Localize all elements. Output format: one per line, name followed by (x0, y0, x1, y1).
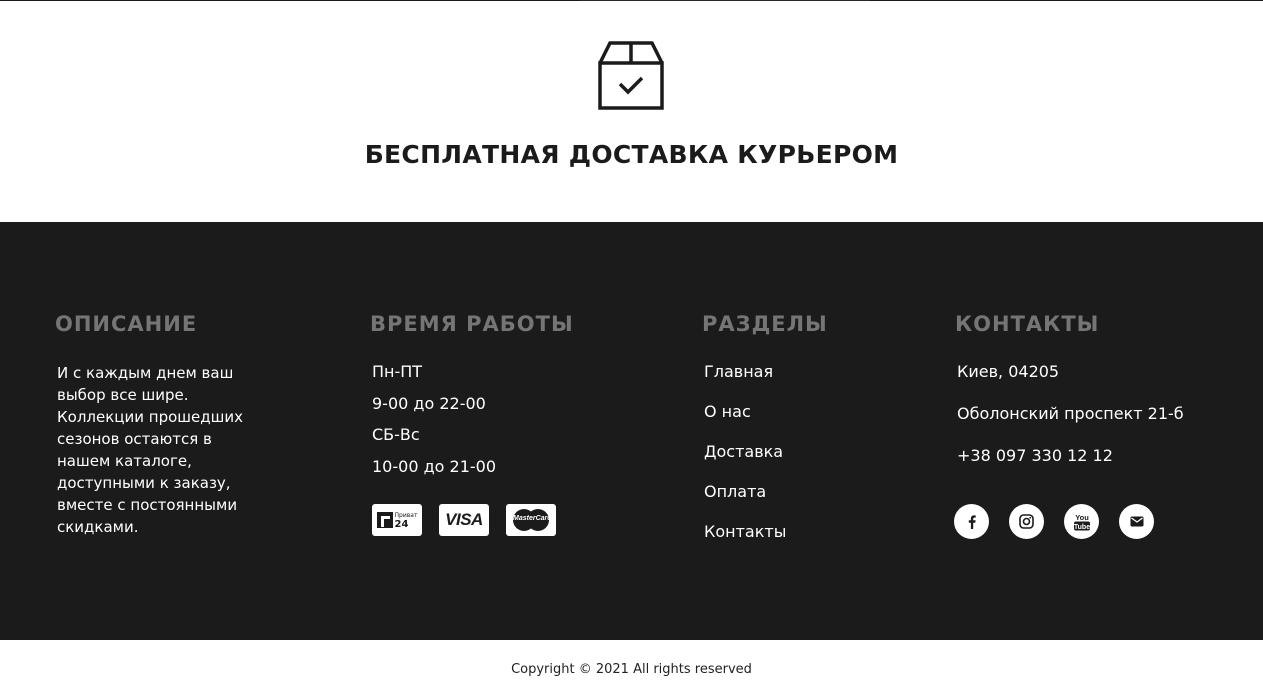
footer-sections-column: РАЗДЕЛЫ Главная О нас Доставка Оплата Ко… (702, 312, 828, 541)
footer: ОПИСАНИЕ И с каждым днем ваш выбор все ш… (0, 222, 1263, 640)
footer-hours-column: ВРЕМЯ РАБОТЫ Пн-ПТ 9-00 до 22-00 СБ-Вс 1… (370, 312, 574, 536)
description-heading: ОПИСАНИЕ (55, 312, 198, 336)
hours-list: Пн-ПТ 9-00 до 22-00 СБ-Вс 10-00 до 21-00 (372, 362, 496, 489)
copyright-text: Copyright © 2021 All rights reserved (511, 662, 752, 677)
youtube-icon[interactable]: You Tube (1064, 504, 1099, 539)
contact-phone[interactable]: +38 097 330 12 12 (957, 446, 1184, 488)
payment-methods: Приват 24 VISA MasterCard (372, 504, 556, 536)
copyright-bar: Copyright © 2021 All rights reserved (0, 640, 1263, 700)
facebook-icon[interactable] (954, 504, 989, 539)
contact-city: Киев, 04205 (957, 362, 1060, 381)
privat24-mark-icon (376, 512, 393, 528)
package-check-icon (598, 41, 666, 111)
social-links: You Tube (954, 504, 1154, 539)
hours-line: СБ-Вс (372, 425, 420, 445)
footer-contacts-column: КОНТАКТЫ Киев, 04205 Оболонский проспект… (954, 312, 1184, 539)
mastercard-label: MasterCard (513, 515, 552, 522)
contacts-list: Киев, 04205 Оболонский проспект 21-б +38… (957, 362, 1184, 488)
instagram-icon[interactable] (1009, 504, 1044, 539)
hours-line: Пн-ПТ (372, 362, 423, 381)
mastercard-logo: MasterCard (506, 504, 556, 536)
nav-link-home[interactable]: Главная (704, 362, 773, 381)
hours-heading: ВРЕМЯ РАБОТЫ (370, 312, 574, 336)
sections-nav: Главная О нас Доставка Оплата Контакты (704, 362, 786, 562)
nav-link-about[interactable]: О нас (704, 402, 751, 421)
contacts-heading: КОНТАКТЫ (955, 312, 1100, 336)
email-icon[interactable] (1119, 504, 1154, 539)
hours-line: 10-00 до 21-00 (372, 457, 497, 477)
sections-heading: РАЗДЕЛЫ (702, 312, 828, 336)
privat24-logo: Приват 24 (372, 504, 422, 536)
nav-link-delivery[interactable]: Доставка (704, 442, 783, 461)
description-text: И с каждым днем ваш выбор все шире. Колл… (57, 364, 243, 536)
footer-description-column: ОПИСАНИЕ И с каждым днем ваш выбор все ш… (55, 312, 243, 536)
privat24-number: 24 (394, 519, 409, 530)
nav-link-payment[interactable]: Оплата (704, 482, 766, 501)
svg-text:Tube: Tube (1073, 523, 1089, 530)
svg-text:You: You (1075, 513, 1089, 522)
contact-address: Оболонский проспект 21-б (957, 404, 1184, 423)
visa-logo: VISA (439, 504, 489, 536)
delivery-title: БЕСПЛАТНАЯ ДОСТАВКА КУРЬЕРОМ (364, 140, 899, 169)
delivery-banner: БЕСПЛАТНАЯ ДОСТАВКА КУРЬЕРОМ (0, 1, 1263, 222)
nav-link-contacts[interactable]: Контакты (704, 522, 786, 541)
hours-line: 9-00 до 22-00 (372, 393, 486, 413)
